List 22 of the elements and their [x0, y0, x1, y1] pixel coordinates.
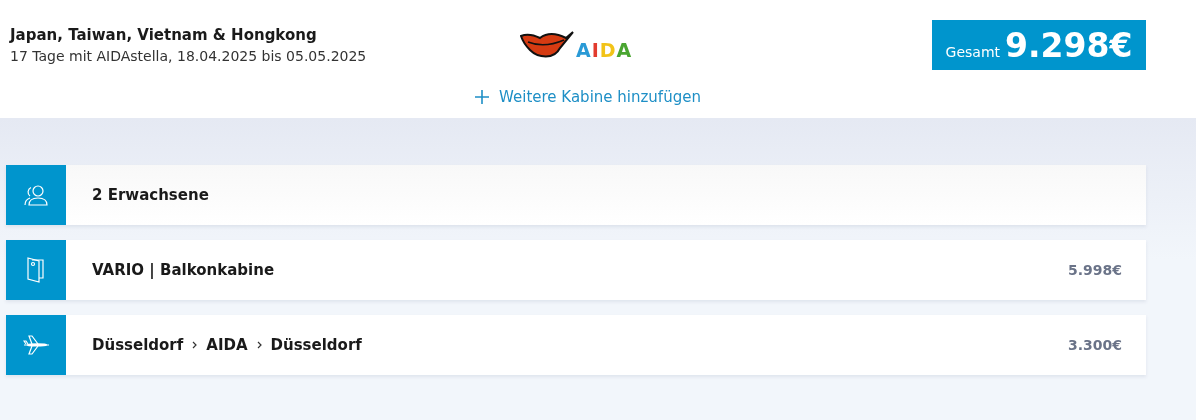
row-price: 5.998€: [1067, 262, 1123, 278]
row-price: 3.300€: [1067, 337, 1123, 353]
logo-text: AIDA: [576, 41, 633, 60]
airplane-icon: [23, 335, 49, 355]
trip-title: Japan, Taiwan, Vietnam & Hongkong: [10, 26, 318, 44]
route-stop: Düsseldorf: [270, 336, 362, 354]
chevron-right-icon: [256, 341, 262, 349]
plus-icon: [475, 90, 490, 104]
trip-subtitle: 17 Tage mit AIDAstella, 18.04.2025 bis 05.05.2025: [10, 48, 368, 64]
booking-row[interactable]: Düsseldorf AIDA Düsseldorf 3.300€: [6, 315, 1146, 375]
chevron-right-icon: [192, 341, 198, 349]
route-stop: Düsseldorf: [92, 336, 184, 354]
booking-row[interactable]: VARIO | Balkonkabine 5.998€: [6, 240, 1146, 300]
route-stop: AIDA: [206, 336, 248, 354]
row-label: VARIO | Balkonkabine: [92, 261, 275, 279]
people-icon: [24, 184, 48, 206]
door-icon: [27, 257, 45, 283]
add-cabin-link[interactable]: Weitere Kabine hinzufügen: [475, 88, 701, 106]
total-label: Gesamt: [945, 44, 1001, 60]
total-amount: 9.298€: [1005, 25, 1133, 65]
lips-logo-icon: [520, 30, 574, 60]
row-label: 2 Erwachsene: [92, 186, 209, 204]
